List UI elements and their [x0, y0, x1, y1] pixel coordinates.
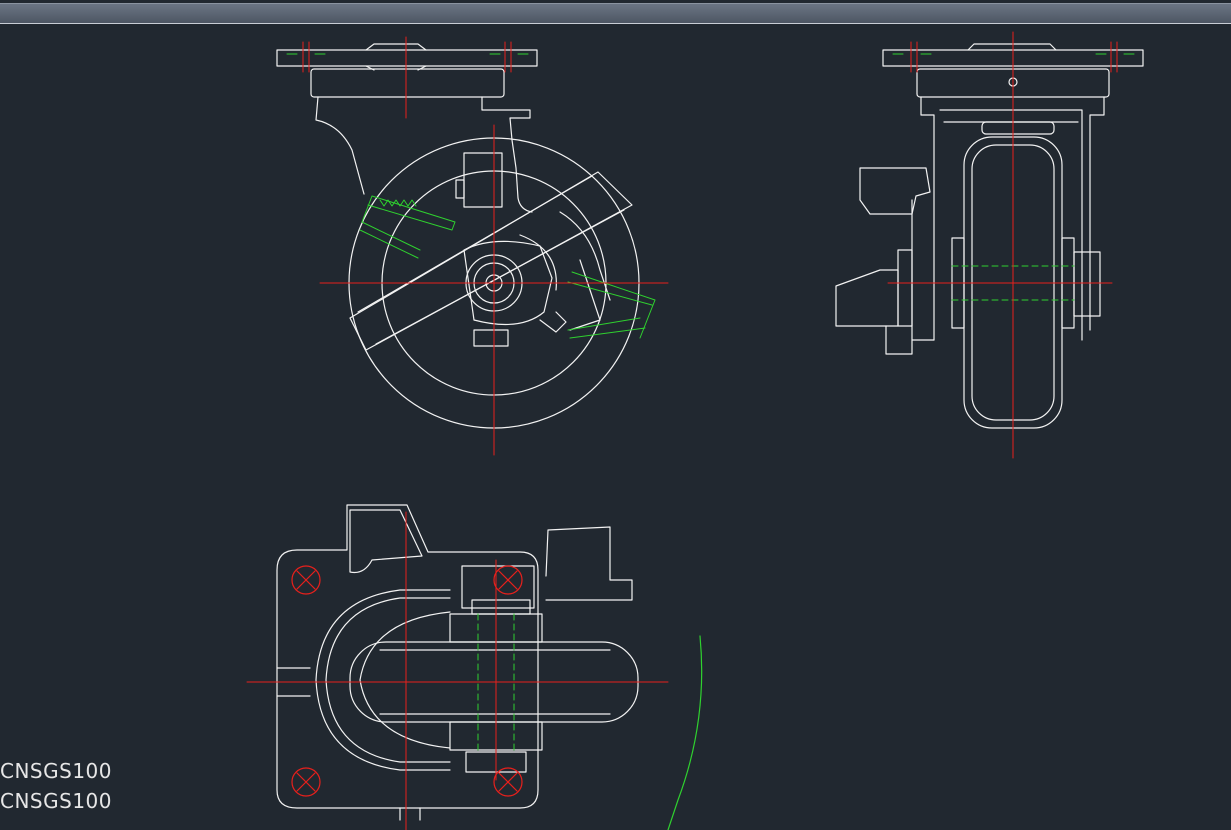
side-top-plate — [276, 49, 538, 67]
top-view-centerlines — [246, 511, 669, 830]
side-swivel-body — [315, 96, 533, 213]
side-view — [276, 43, 640, 429]
side-view-centerlines — [302, 36, 669, 456]
front-view — [835, 43, 1144, 429]
drawing-label-1: CNSGS100 — [0, 759, 112, 783]
drawing-label-2: CNSGS100 — [0, 789, 112, 813]
side-axle-block — [473, 329, 509, 347]
top-kingpin-block — [461, 565, 535, 609]
front-brake-lever — [835, 269, 899, 327]
drawing-canvas[interactable] — [0, 0, 1231, 830]
top-swivel-ring — [315, 589, 451, 771]
kingpin-housing — [463, 152, 503, 208]
top-view — [276, 504, 639, 821]
green-arc — [667, 635, 703, 830]
side-mount-block — [310, 68, 505, 98]
front-view-centerlines — [887, 31, 1118, 459]
front-brake-pedal — [859, 167, 931, 215]
